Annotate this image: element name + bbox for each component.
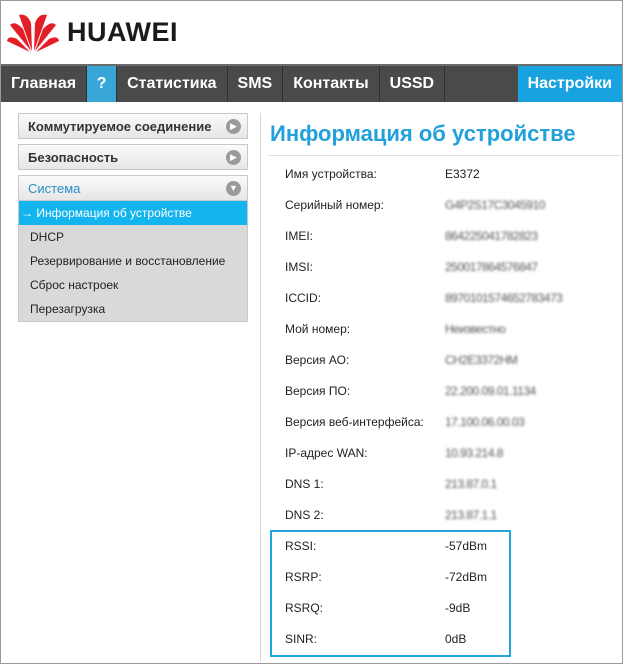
main-nav: Главная ? Статистика SMS Контакты USSD Н… — [1, 64, 622, 102]
chevron-right-icon: ▶ — [226, 119, 241, 134]
info-row-key: Версия АО: — [285, 353, 350, 367]
sidebar-group-system[interactable]: Система ▼ — [18, 175, 248, 201]
info-row-value: 22.200.09.01.1134 — [445, 384, 536, 398]
nav-ussd[interactable]: USSD — [380, 66, 446, 102]
nav-contacts[interactable]: Контакты — [283, 66, 380, 102]
info-row: IMEI: 864225041782823 — [285, 220, 615, 251]
huawei-logo-icon — [7, 14, 59, 52]
nav-home[interactable]: Главная — [1, 66, 88, 102]
info-row-value: 250017864576847 — [445, 260, 538, 274]
info-row-value: 213.87.1.1 — [445, 508, 497, 522]
sidebar-group-label: Система — [28, 181, 81, 196]
info-row: Версия веб-интерфейса: 17.100.06.00.03 — [285, 406, 615, 437]
sidebar-item-reboot[interactable]: Перезагрузка — [19, 297, 247, 321]
nav-sms[interactable]: SMS — [228, 66, 284, 102]
chevron-right-icon: ▶ — [226, 150, 241, 165]
sidebar-group-label: Коммутируемое соединение — [28, 119, 212, 134]
sidebar-item-reset[interactable]: Сброс настроек — [19, 273, 247, 297]
info-row-value: 10.93.214.8 — [445, 446, 503, 460]
sidebar-group-dialup[interactable]: Коммутируемое соединение ▶ — [18, 113, 248, 139]
info-row-value: 8970101574652783473 — [445, 291, 563, 305]
info-row-value: E3372 — [445, 167, 480, 181]
content-divider — [260, 113, 261, 661]
sidebar-item-backup[interactable]: Резервирование и восстановление — [19, 249, 247, 273]
info-row-value: 17.100.06.00.03 — [445, 415, 525, 429]
nav-statistics[interactable]: Статистика — [117, 66, 228, 102]
info-row: IP-адрес WAN: 10.93.214.8 — [285, 437, 615, 468]
title-divider — [268, 155, 621, 156]
signal-highlight-box — [270, 530, 511, 657]
info-row-key: Имя устройства: — [285, 167, 377, 181]
info-row: ICCID: 8970101574652783473 — [285, 282, 615, 313]
header: HUAWEI — [1, 1, 622, 64]
nav-help[interactable]: ? — [87, 66, 118, 102]
nav-settings[interactable]: Настройки — [517, 66, 622, 102]
info-row-key: Версия ПО: — [285, 384, 351, 398]
info-row-key: DNS 1: — [285, 477, 324, 491]
info-row-key: Версия веб-интерфейса: — [285, 415, 424, 429]
info-row: Серийный номер: G4P2S17C3045910 — [285, 189, 615, 220]
chevron-down-icon: ▼ — [226, 181, 241, 196]
info-row: Имя устройства: E3372 — [285, 158, 615, 189]
info-row-key: Мой номер: — [285, 322, 351, 336]
info-row-value: Неизвестно — [445, 322, 506, 336]
sidebar-item-dhcp[interactable]: DHCP — [19, 225, 247, 249]
info-row-key: ICCID: — [285, 291, 321, 305]
info-row-key: IP-адрес WAN: — [285, 446, 368, 460]
sidebar-item-device-info[interactable]: → Информация об устройстве — [19, 201, 247, 225]
info-row: Версия АО: CH2E3372HM — [285, 344, 615, 375]
info-row-key: IMSI: — [285, 260, 314, 274]
info-row-value: 213.87.0.1 — [445, 477, 497, 491]
info-row-key: DNS 2: — [285, 508, 324, 522]
info-row: DNS 1: 213.87.0.1 — [285, 468, 615, 499]
info-row-key: Серийный номер: — [285, 198, 384, 212]
info-row-key: IMEI: — [285, 229, 314, 243]
info-row: Мой номер: Неизвестно — [285, 313, 615, 344]
sidebar-group-label: Безопасность — [28, 150, 119, 165]
info-row: Версия ПО: 22.200.09.01.1134 — [285, 375, 615, 406]
info-row-value: 864225041782823 — [445, 229, 538, 243]
info-row: IMSI: 250017864576847 — [285, 251, 615, 282]
info-row: DNS 2: 213.87.1.1 — [285, 499, 615, 530]
sidebar-group-security[interactable]: Безопасность ▶ — [18, 144, 248, 170]
brand-name: HUAWEI — [67, 17, 178, 47]
page-title: Информация об устройстве — [270, 121, 576, 146]
info-row-value: G4P2S17C3045910 — [445, 198, 545, 212]
sidebar: Коммутируемое соединение ▶ Безопасность … — [18, 113, 248, 322]
sidebar-submenu: → Информация об устройстве DHCP Резервир… — [18, 201, 248, 322]
info-row-value: CH2E3372HM — [445, 353, 518, 367]
